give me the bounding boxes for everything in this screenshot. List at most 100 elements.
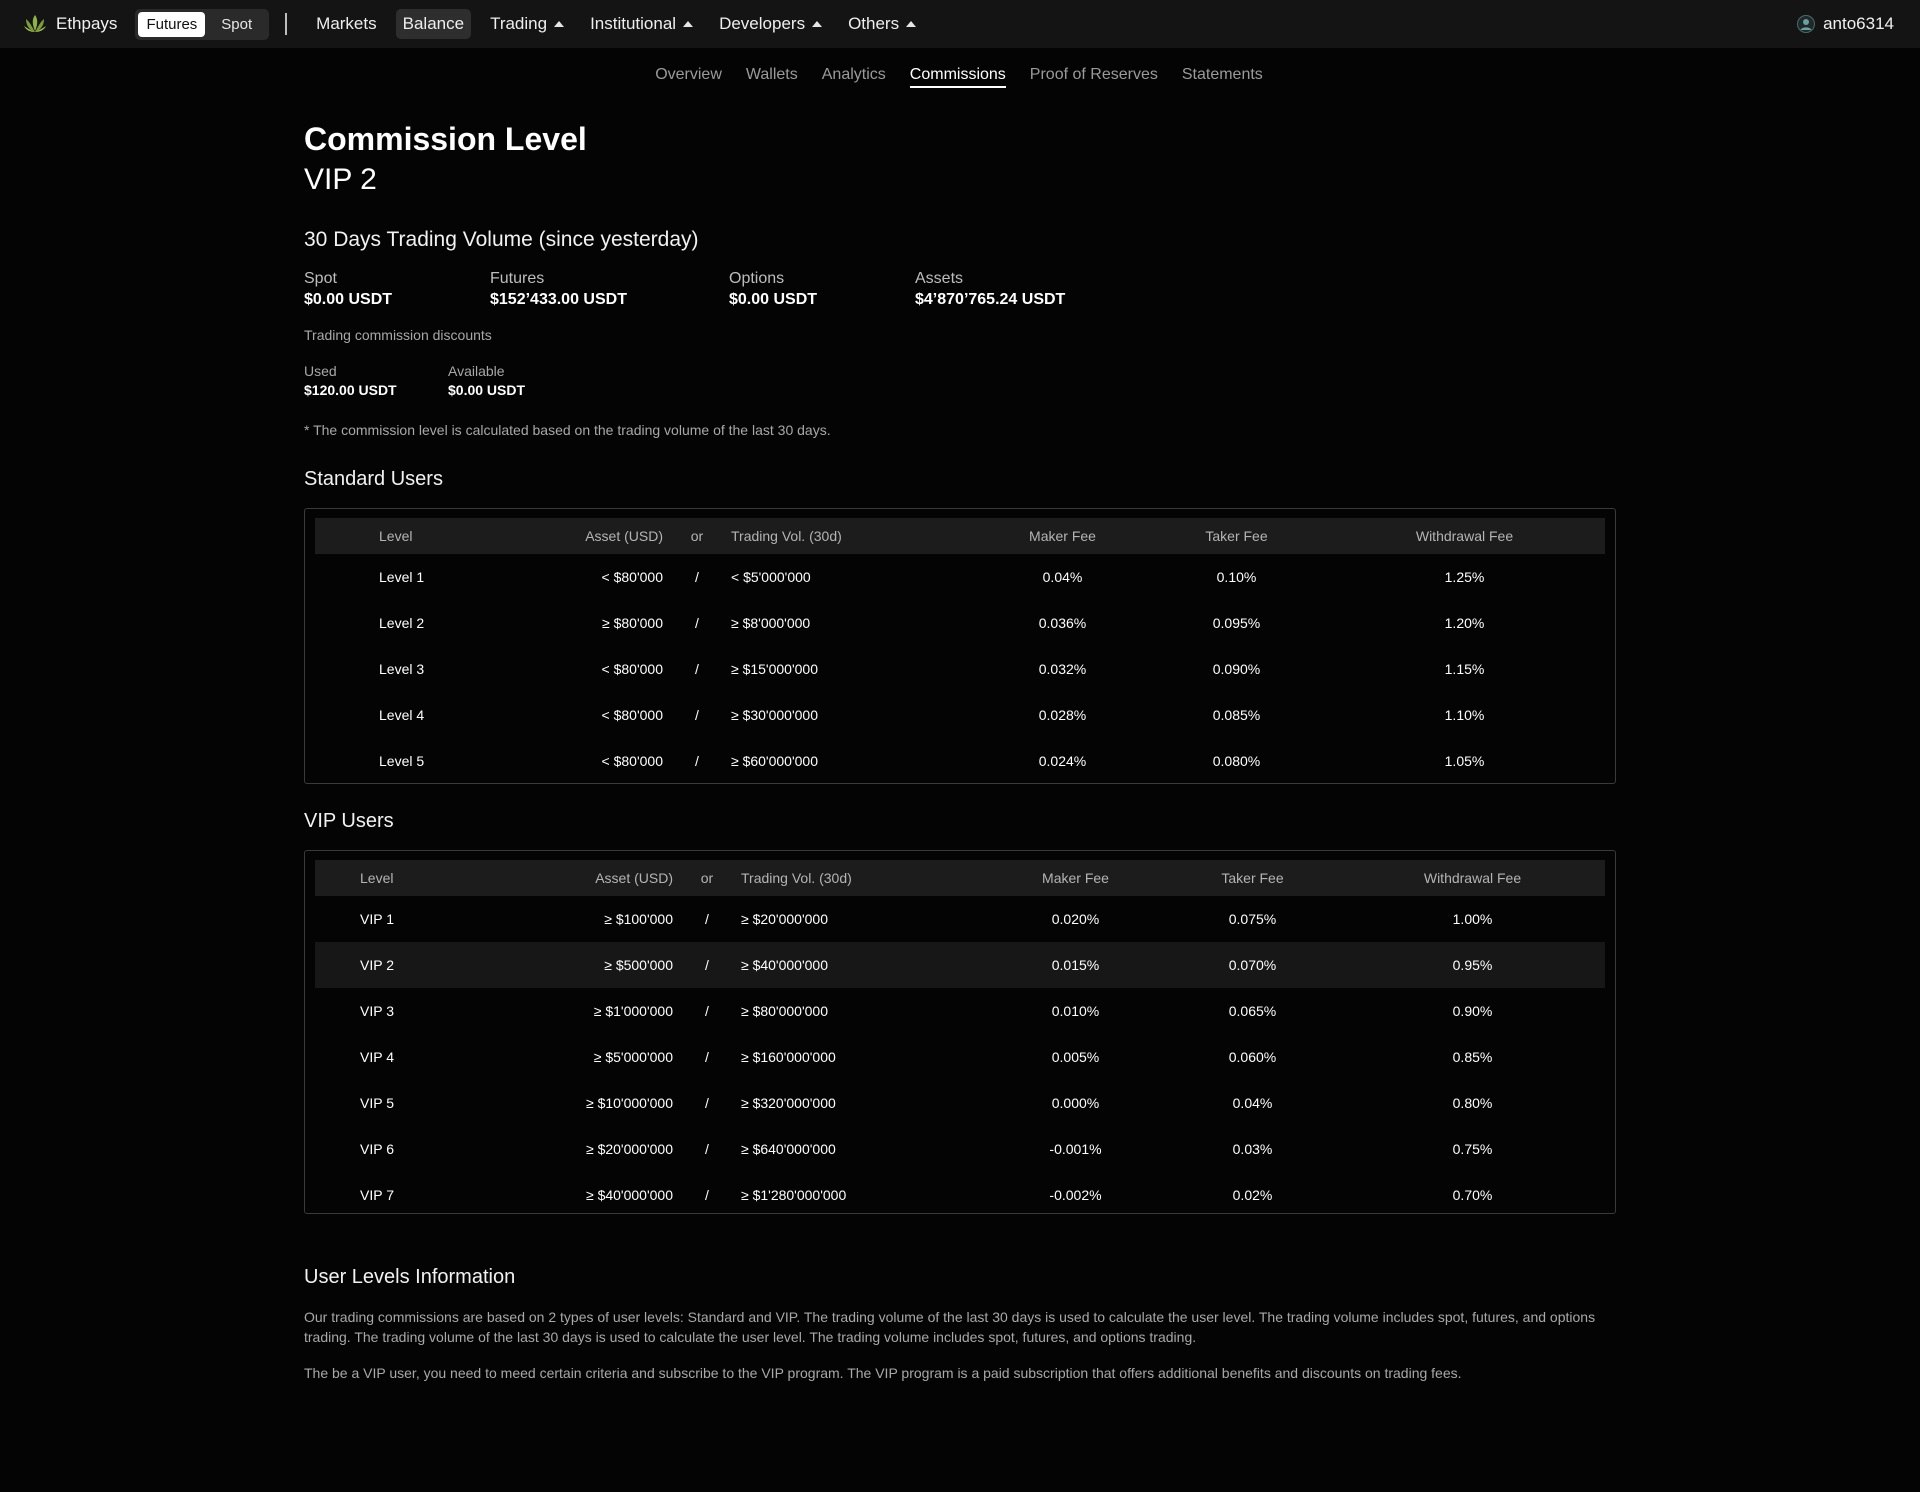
cell-asset: ≥ $10'000'000 xyxy=(586,1095,673,1111)
cell-level: Level 2 xyxy=(379,615,425,631)
header-maker-fee: Maker Fee xyxy=(1042,870,1109,886)
table-row: VIP 6 ≥ $20'000'000 / ≥ $640'000'000 -0.001%… xyxy=(315,1126,1605,1172)
nav-markets-label: Markets xyxy=(316,14,377,33)
cell-or: / xyxy=(705,1003,709,1019)
cell-asset: ≥ $5'000'000 xyxy=(593,1049,673,1065)
cell-maker-fee: 0.020% xyxy=(1051,911,1100,927)
cell-asset: ≥ $1'000'000 xyxy=(593,1003,673,1019)
stat-options: Options $0.00 USDT xyxy=(729,270,915,309)
lotus-logo-icon xyxy=(24,15,46,32)
cell-taker-fee: 0.070% xyxy=(1165,942,1340,988)
discount-label: Used xyxy=(304,363,337,379)
cell-level: Level 5 xyxy=(379,753,425,769)
table-row: VIP 1 ≥ $100'000 / ≥ $20'000'000 0.020% 0.075… xyxy=(315,896,1605,942)
standard-users-title: Standard Users xyxy=(304,468,443,490)
cell-maker-fee: 0.024% xyxy=(1038,753,1087,769)
table-row: Level 1 < $80'000 / < $5'000'000 0.04% 0.10% 1… xyxy=(315,554,1605,600)
discount-available: Available $0.00 USDT xyxy=(448,363,525,398)
user-menu[interactable]: anto6314 xyxy=(1797,0,1894,48)
calculation-note: * The commission level is calculated bas… xyxy=(304,422,831,438)
header-or: or xyxy=(690,528,704,544)
spot-mode-button[interactable]: Spot xyxy=(207,12,266,37)
cell-withdrawal-fee: 0.90% xyxy=(1452,1003,1493,1019)
cell-or: / xyxy=(705,1049,709,1065)
header-volume: Trading Vol. (30d) xyxy=(741,870,852,886)
nav-institutional[interactable]: Institutional xyxy=(583,9,700,39)
user-avatar-icon xyxy=(1797,15,1816,33)
tab-overview[interactable]: Overview xyxy=(655,66,722,88)
table-row: VIP 3 ≥ $1'000'000 / ≥ $80'000'000 0.010% 0.0… xyxy=(315,988,1605,1034)
cell-maker-fee: 0.015% xyxy=(986,942,1165,988)
vip-info-paragraph: The be a VIP user, you need to meed cert… xyxy=(304,1365,1462,1381)
discount-stats: Used $120.00 USDT Available $0.00 USDT xyxy=(304,363,1616,398)
cell-withdrawal-fee: 0.75% xyxy=(1452,1141,1493,1157)
nav-developers[interactable]: Developers xyxy=(712,9,829,39)
market-mode-switch: Futures Spot xyxy=(135,8,270,40)
cell-maker-fee: -0.002% xyxy=(1049,1187,1102,1203)
futures-mode-button[interactable]: Futures xyxy=(138,11,206,37)
cell-maker-fee: 0.010% xyxy=(1051,1003,1100,1019)
brand[interactable]: Ethpays xyxy=(22,11,117,37)
nav-balance[interactable]: Balance xyxy=(395,9,472,39)
cell-withdrawal-fee: 1.05% xyxy=(1444,753,1485,769)
cell-or: / xyxy=(674,942,740,988)
nav-markets[interactable]: Markets xyxy=(309,9,383,39)
tab-commissions[interactable]: Commissions xyxy=(909,66,1006,88)
cell-withdrawal-fee: 1.25% xyxy=(1444,569,1485,585)
cell-maker-fee: 0.028% xyxy=(1038,707,1087,723)
user-name: anto6314 xyxy=(1823,14,1894,33)
nav-others[interactable]: Others xyxy=(841,9,923,39)
cell-taker-fee: 0.080% xyxy=(1212,753,1261,769)
cell-withdrawal-fee: 1.10% xyxy=(1444,707,1485,723)
header-withdrawal-fee: Withdrawal Fee xyxy=(1423,870,1522,886)
cell-withdrawal-fee: 0.80% xyxy=(1452,1095,1493,1111)
header-volume: Trading Vol. (30d) xyxy=(731,528,842,544)
table-header-row: Level Asset (USD) or Trading Vol. (30d) … xyxy=(315,518,1605,554)
cell-maker-fee: 0.032% xyxy=(1038,661,1087,677)
nav-others-label: Others xyxy=(848,14,900,33)
cell-maker-fee: 0.04% xyxy=(1042,569,1083,585)
vip-users-table: Level Asset (USD) or Trading Vol. (30d) … xyxy=(304,850,1616,1214)
discount-label: Available xyxy=(448,363,505,379)
user-levels-info-title: User Levels Information xyxy=(304,1266,516,1288)
stat-label: Futures xyxy=(490,270,545,287)
cell-or: / xyxy=(705,1095,709,1111)
cell-withdrawal-fee: 1.20% xyxy=(1444,615,1485,631)
stat-value: $0.00 USDT xyxy=(729,291,818,308)
tab-wallets[interactable]: Wallets xyxy=(746,66,798,88)
header-asset: Asset (USD) xyxy=(585,528,663,544)
balance-subnav: Overview Wallets Analytics Commissions P… xyxy=(0,66,1920,88)
standard-users-table: Level Asset (USD) or Trading Vol. (30d) … xyxy=(304,508,1616,784)
cell-level: VIP 4 xyxy=(360,1049,394,1065)
cell-or: / xyxy=(695,569,699,585)
caret-up-icon xyxy=(683,21,694,27)
cell-taker-fee: 0.085% xyxy=(1212,707,1261,723)
tab-analytics[interactable]: Analytics xyxy=(822,66,886,88)
caret-up-icon xyxy=(906,21,917,27)
cell-withdrawal-fee: 0.70% xyxy=(1452,1187,1493,1203)
cell-maker-fee: 0.005% xyxy=(1051,1049,1100,1065)
cell-taker-fee: 0.03% xyxy=(1232,1141,1273,1157)
cell-asset: < $80'000 xyxy=(601,753,663,769)
table-header-row: Level Asset (USD) or Trading Vol. (30d) … xyxy=(315,860,1605,896)
nav-divider xyxy=(285,13,288,35)
stat-spot: Spot $0.00 USDT xyxy=(304,270,490,309)
cell-volume: ≥ $320'000'000 xyxy=(741,1095,836,1111)
nav-trading[interactable]: Trading xyxy=(483,9,571,39)
cell-level: Level 1 xyxy=(379,569,425,585)
cell-or: / xyxy=(695,615,699,631)
cell-asset: < $80'000 xyxy=(601,707,663,723)
cell-volume: < $5'000'000 xyxy=(731,569,811,585)
volume-title: 30 Days Trading Volume (since yesterday) xyxy=(304,228,699,251)
stat-futures: Futures $152’433.00 USDT xyxy=(490,270,729,309)
tab-proof-of-reserves[interactable]: Proof of Reserves xyxy=(1030,66,1158,88)
cell-or: / xyxy=(695,661,699,677)
tab-statements[interactable]: Statements xyxy=(1182,66,1263,88)
table-row: VIP 5 ≥ $10'000'000 / ≥ $320'000'000 0.000% 0… xyxy=(315,1080,1605,1126)
cell-taker-fee: 0.065% xyxy=(1228,1003,1277,1019)
cell-maker-fee: -0.001% xyxy=(1049,1141,1102,1157)
cell-volume: ≥ $8'000'000 xyxy=(731,615,811,631)
cell-taker-fee: 0.095% xyxy=(1212,615,1261,631)
discount-used: Used $120.00 USDT xyxy=(304,363,448,398)
cell-level: VIP 7 xyxy=(360,1187,394,1203)
